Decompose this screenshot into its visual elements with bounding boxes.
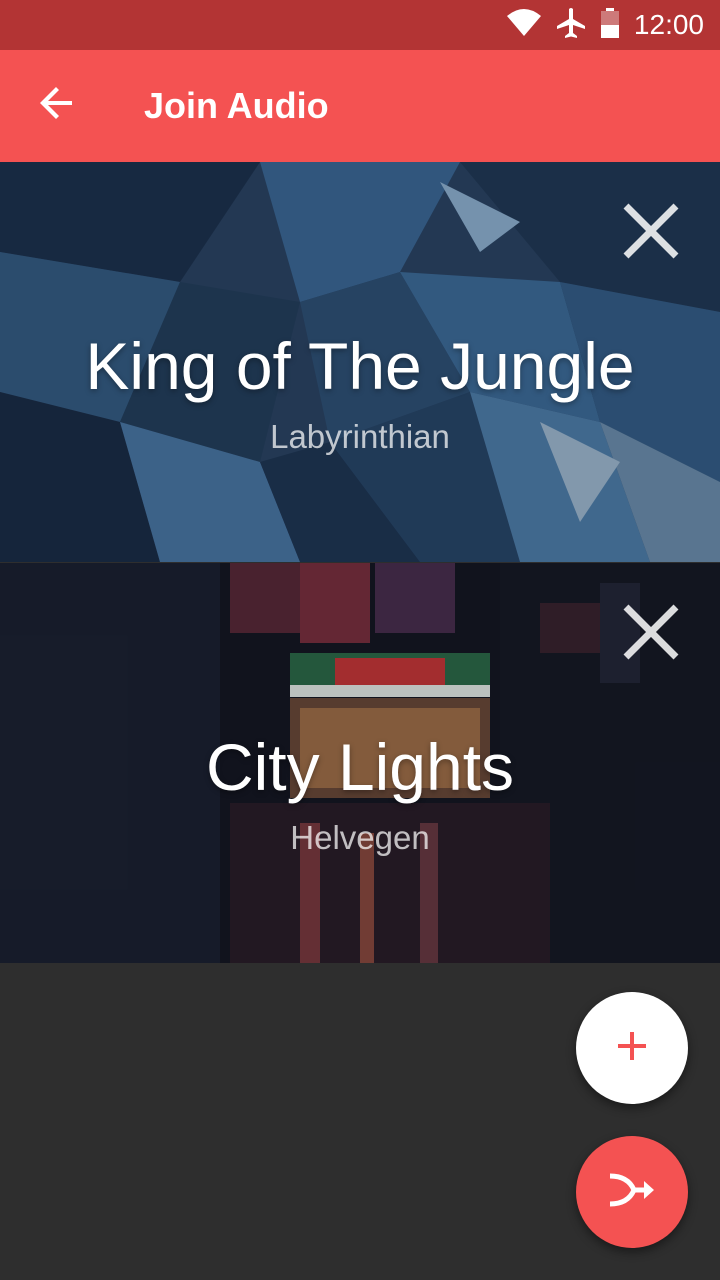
remove-track-button[interactable] <box>620 200 682 262</box>
page-title: Join Audio <box>144 85 329 126</box>
remove-track-button[interactable] <box>620 601 682 663</box>
track-artist: Helvegen <box>290 819 430 856</box>
wifi-icon <box>506 8 542 43</box>
status-time: 12:00 <box>633 9 704 40</box>
status-icons: 12:00 <box>506 0 704 50</box>
track-title: King of The Jungle <box>85 329 635 403</box>
join-audio-button[interactable] <box>576 1136 688 1248</box>
back-button[interactable] <box>24 72 90 138</box>
airplane-mode-icon <box>556 7 586 44</box>
close-icon <box>620 604 682 667</box>
track-card[interactable]: City Lights Helvegen <box>0 563 720 963</box>
plus-icon <box>616 1030 648 1067</box>
track-title: City Lights <box>205 730 515 804</box>
battery-icon <box>600 7 620 43</box>
app-bar: Join Audio <box>0 50 720 162</box>
track-card[interactable]: King of The Jungle Labyrinthian <box>0 162 720 562</box>
add-track-button[interactable] <box>576 992 688 1104</box>
arrow-back-icon <box>39 85 75 126</box>
status-bar: 12:00 <box>0 0 720 50</box>
close-icon <box>620 203 682 266</box>
merge-icon <box>606 1170 658 1215</box>
track-artist: Labyrinthian <box>270 418 450 455</box>
